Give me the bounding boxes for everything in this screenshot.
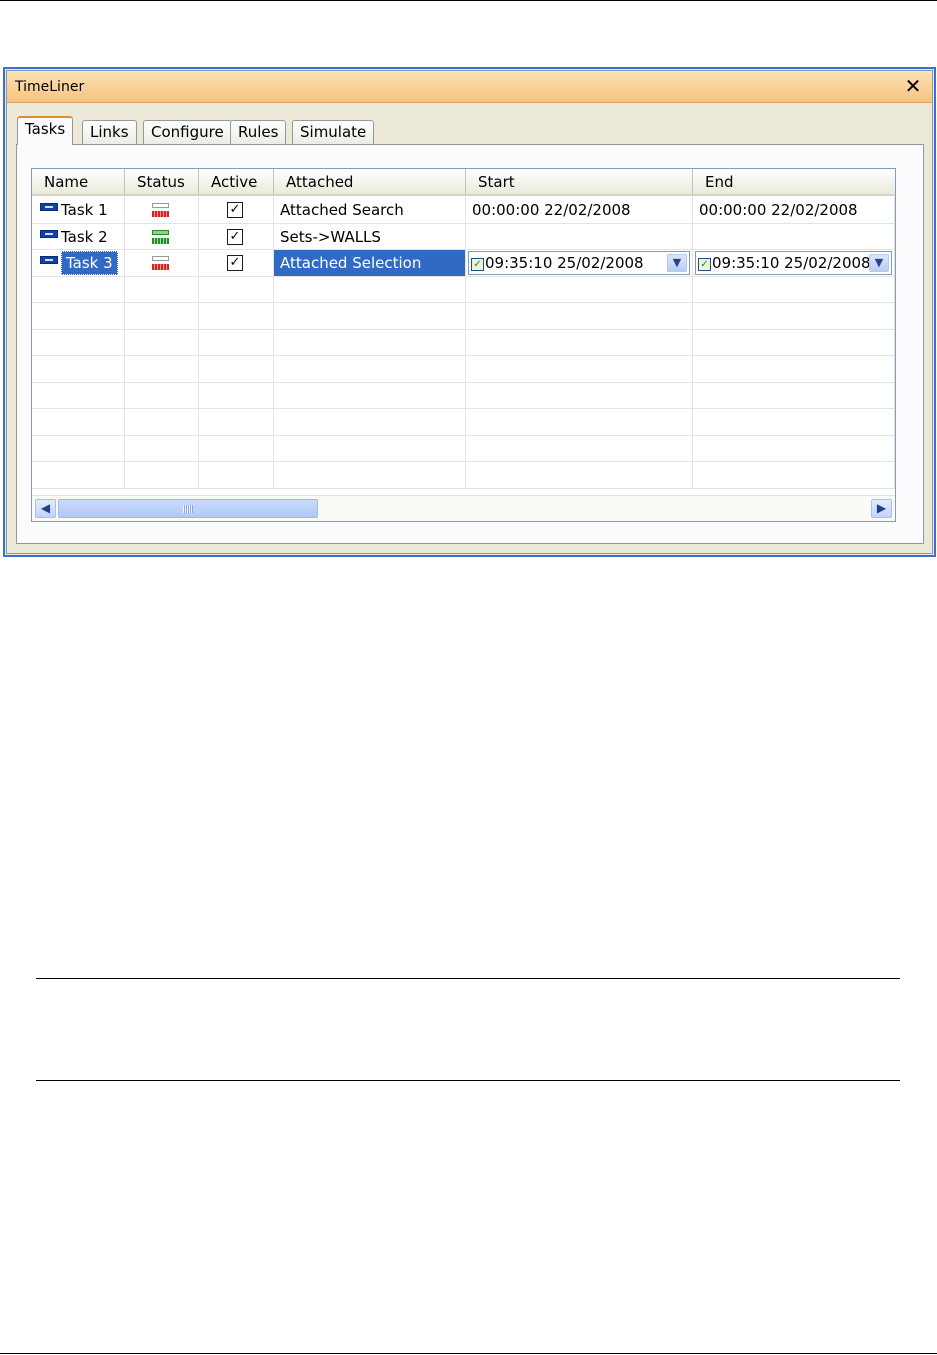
name-cell[interactable]: Task 1 — [32, 197, 125, 223]
column-header-name[interactable]: Name — [32, 169, 125, 195]
timeliner-window: TimeLiner ✕ Tasks Links Configure Rules … — [3, 67, 936, 557]
tab-rules[interactable]: Rules — [230, 120, 287, 144]
status-cell[interactable] — [125, 250, 199, 276]
task-icon — [40, 229, 58, 238]
divider-line — [36, 978, 900, 979]
empty-row — [32, 435, 895, 462]
active-checkbox[interactable]: ✓ — [227, 202, 243, 218]
start-cell: ✓ 09:35:10 25/02/2008 ▼ — [466, 250, 693, 276]
start-date-value: 09:35:10 25/02/2008 — [485, 254, 644, 272]
attached-cell[interactable]: Sets->WALLS — [274, 223, 466, 250]
active-cell: ✓ — [199, 250, 274, 276]
divider-line — [36, 1080, 900, 1081]
empty-row — [32, 303, 895, 330]
empty-row — [32, 356, 895, 383]
task-name: Task 2 — [61, 227, 108, 246]
grip-icon — [183, 505, 193, 513]
name-cell[interactable]: Task 2 — [32, 223, 125, 250]
empty-row — [32, 276, 895, 303]
empty-row — [32, 329, 895, 356]
table-row[interactable]: Task 1 ✓ Attached Search 00:00:00 22/02/… — [32, 197, 895, 224]
end-cell[interactable] — [693, 223, 895, 250]
active-checkbox[interactable]: ✓ — [227, 228, 243, 245]
chevron-down-icon[interactable]: ▼ — [667, 254, 687, 272]
status-cell[interactable] — [125, 223, 199, 250]
task-name: Task 3 — [61, 251, 118, 275]
column-header-active[interactable]: Active — [199, 169, 274, 195]
active-cell: ✓ — [199, 223, 274, 250]
start-cell[interactable] — [466, 223, 693, 250]
tab-links[interactable]: Links — [82, 120, 137, 144]
empty-row — [32, 409, 895, 436]
chevron-down-icon[interactable]: ▼ — [869, 254, 889, 272]
status-cell[interactable] — [125, 197, 199, 223]
scroll-left-icon[interactable]: ◀ — [35, 499, 56, 518]
end-date-picker[interactable]: ✓ 09:35:10 25/02/2008 ▼ — [695, 251, 892, 275]
task-name: Task 1 — [61, 201, 108, 219]
status-ontime-icon — [152, 229, 169, 244]
horizontal-scrollbar[interactable]: ◀ ▶ — [32, 495, 895, 521]
close-icon[interactable]: ✕ — [902, 75, 924, 97]
page-top-rule — [0, 0, 937, 1]
name-cell[interactable]: Task 3 — [32, 250, 125, 276]
active-cell: ✓ — [199, 197, 274, 223]
scroll-right-icon[interactable]: ▶ — [871, 499, 892, 518]
start-cell[interactable]: 00:00:00 22/02/2008 — [466, 197, 693, 223]
column-header-status[interactable]: Status — [125, 169, 199, 195]
active-checkbox[interactable]: ✓ — [227, 255, 243, 271]
empty-row — [32, 382, 895, 409]
column-header-attached[interactable]: Attached — [274, 169, 466, 195]
grid-body: Task 1 ✓ Attached Search 00:00:00 22/02/… — [32, 197, 895, 495]
end-cell[interactable]: 00:00:00 22/02/2008 — [693, 197, 895, 223]
window-title: TimeLiner — [15, 79, 85, 95]
table-row[interactable]: Task 2 ✓ Sets->WALLS — [32, 223, 895, 250]
status-late-icon — [152, 256, 169, 270]
window-frame: TimeLiner ✕ Tasks Links Configure Rules … — [6, 70, 933, 554]
end-date-value: 09:35:10 25/02/2008 — [712, 254, 871, 272]
title-bar[interactable]: TimeLiner ✕ — [7, 71, 932, 103]
task-icon — [40, 256, 58, 264]
task-grid[interactable]: Name Status Active Attached Start End Ta… — [31, 168, 896, 522]
tab-tasks[interactable]: Tasks — [17, 116, 74, 145]
start-date-picker[interactable]: ✓ 09:35:10 25/02/2008 ▼ — [468, 251, 690, 275]
empty-row — [32, 462, 895, 489]
page-bottom-rule — [0, 1353, 937, 1354]
attached-cell[interactable]: Attached Selection — [274, 250, 466, 276]
table-row-selected[interactable]: Task 3 ✓ Attached Selection ✓ 09:35:10 25… — [32, 250, 895, 277]
status-late-icon — [152, 203, 169, 217]
end-cell: ✓ 09:35:10 25/02/2008 ▼ — [693, 250, 895, 276]
column-header-start[interactable]: Start — [466, 169, 693, 195]
grid-header: Name Status Active Attached Start End — [32, 169, 895, 196]
attached-cell[interactable]: Attached Search — [274, 197, 466, 223]
tab-configure[interactable]: Configure — [143, 120, 232, 144]
task-icon — [40, 203, 58, 211]
column-header-end[interactable]: End — [693, 169, 895, 195]
scrollbar-thumb[interactable] — [58, 499, 318, 518]
start-enabled-checkbox[interactable]: ✓ — [471, 258, 484, 271]
tab-simulate[interactable]: Simulate — [292, 120, 375, 144]
end-enabled-checkbox[interactable]: ✓ — [698, 258, 711, 271]
